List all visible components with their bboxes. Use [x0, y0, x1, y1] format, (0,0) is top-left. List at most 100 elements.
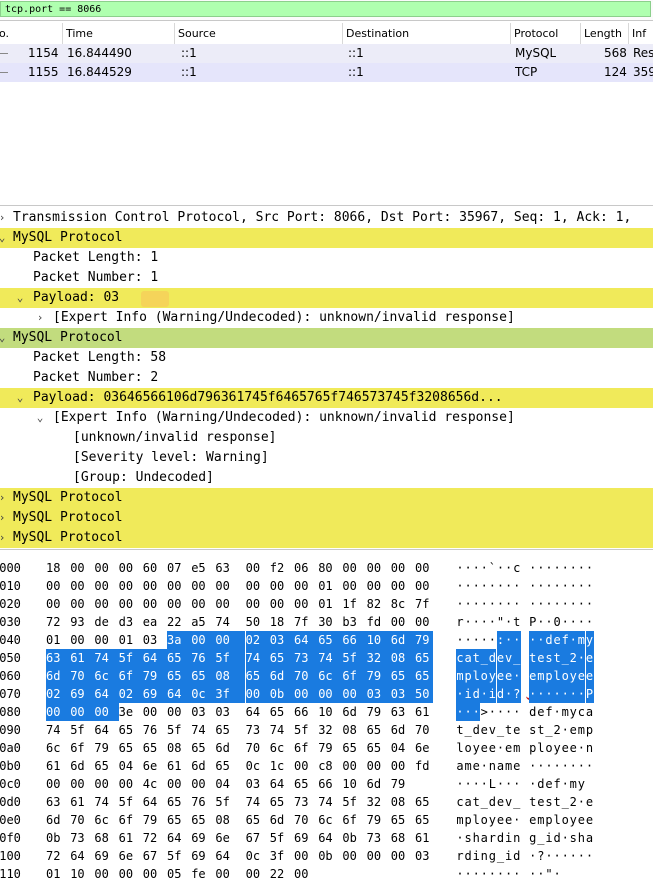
- hex-byte[interactable]: 22: [270, 865, 288, 883]
- hex-byte[interactable]: 06: [294, 559, 312, 577]
- hex-byte[interactable]: 79: [366, 667, 392, 685]
- hex-byte[interactable]: 66: [318, 775, 336, 793]
- hex-byte[interactable]: 73: [294, 649, 319, 667]
- hex-byte[interactable]: 64: [270, 775, 288, 793]
- hex-byte[interactable]: 65: [246, 811, 264, 829]
- hex-byte[interactable]: 00: [70, 775, 88, 793]
- hex-byte[interactable]: 00: [367, 559, 385, 577]
- hex-byte[interactable]: 65: [191, 667, 217, 685]
- hex-byte[interactable]: 00: [294, 685, 319, 703]
- hex-byte[interactable]: 70: [70, 667, 96, 685]
- hex-byte[interactable]: ea: [143, 613, 161, 631]
- hex-byte[interactable]: 00: [94, 703, 120, 721]
- hex-byte[interactable]: 05: [167, 865, 185, 883]
- hex-byte[interactable]: 65: [390, 667, 416, 685]
- hex-byte[interactable]: 72: [46, 613, 64, 631]
- hex-byte[interactable]: 69: [94, 847, 112, 865]
- hex-byte[interactable]: 00: [246, 577, 264, 595]
- hex-byte[interactable]: 65: [367, 721, 385, 739]
- hex-byte[interactable]: 00: [94, 775, 112, 793]
- hex-byte[interactable]: 69: [142, 685, 168, 703]
- hex-row[interactable]: 0110011000000005fe00002200··········"·: [0, 865, 653, 883]
- hex-byte[interactable]: 65: [415, 649, 433, 667]
- tree-item-mysql-protocol[interactable]: › MySQL Protocol: [0, 508, 653, 528]
- column-header-info[interactable]: Inf: [629, 23, 653, 44]
- hex-byte[interactable]: 65: [367, 739, 385, 757]
- hex-row[interactable]: 00800000003e00000303646566106d796361···>…: [0, 703, 653, 721]
- hex-byte[interactable]: 65: [215, 757, 233, 775]
- hex-byte[interactable]: 00: [367, 757, 385, 775]
- hex-byte[interactable]: 65: [215, 721, 233, 739]
- hex-row[interactable]: 00d06361745f6465765f746573745f320865cat_…: [0, 793, 653, 811]
- hex-row[interactable]: 0090745f6465765f746573745f3208656d70t_de…: [0, 721, 653, 739]
- hex-byte[interactable]: 74: [215, 613, 233, 631]
- hex-byte[interactable]: 00: [246, 865, 264, 883]
- hex-byte[interactable]: 02: [245, 631, 271, 649]
- hex-byte[interactable]: 5f: [215, 649, 246, 667]
- hex-byte[interactable]: 00: [215, 595, 233, 613]
- hex-byte[interactable]: 73: [294, 793, 312, 811]
- hex-byte[interactable]: 00: [342, 757, 360, 775]
- tree-item-packet-length[interactable]: Packet Length: 58: [0, 348, 653, 368]
- hex-byte[interactable]: 79: [318, 739, 336, 757]
- hex-row[interactable]: 00f00b7368617264696e675f69640b736861·sha…: [0, 829, 653, 847]
- hex-byte[interactable]: 00: [46, 703, 71, 721]
- hex-byte[interactable]: 00: [367, 577, 385, 595]
- hex-byte[interactable]: 79: [367, 811, 385, 829]
- hex-byte[interactable]: 6d: [269, 667, 295, 685]
- hex-byte[interactable]: 01: [318, 595, 336, 613]
- hex-byte[interactable]: 65: [415, 793, 433, 811]
- hex-byte[interactable]: 73: [70, 829, 88, 847]
- hex-byte[interactable]: 79: [391, 775, 409, 793]
- hex-byte[interactable]: 64: [167, 829, 185, 847]
- hex-byte[interactable]: 00: [391, 847, 409, 865]
- hex-byte[interactable]: 73: [367, 829, 385, 847]
- column-header-protocol[interactable]: Protocol: [511, 23, 581, 44]
- hex-row[interactable]: 00b0616d65046e616d650c1c00c8000000fdame·…: [0, 757, 653, 775]
- hex-byte[interactable]: 65: [269, 649, 295, 667]
- hex-byte[interactable]: 64: [142, 649, 168, 667]
- hex-byte[interactable]: 67: [143, 847, 161, 865]
- hex-byte[interactable]: 03: [390, 685, 416, 703]
- hex-byte[interactable]: 5f: [167, 721, 185, 739]
- tree-item-mysql-protocol[interactable]: › MySQL Protocol: [0, 488, 653, 508]
- hex-byte[interactable]: 08: [215, 811, 233, 829]
- hex-byte[interactable]: 00: [342, 847, 360, 865]
- hex-byte[interactable]: 02: [46, 685, 71, 703]
- hex-byte[interactable]: 0c: [246, 757, 264, 775]
- hex-byte[interactable]: 63: [215, 559, 233, 577]
- hex-byte[interactable]: fe: [191, 865, 209, 883]
- hex-byte[interactable]: c8: [318, 757, 336, 775]
- hex-byte[interactable]: 76: [143, 721, 161, 739]
- hex-byte[interactable]: 00: [46, 775, 64, 793]
- hex-byte[interactable]: 00: [294, 595, 312, 613]
- hex-row[interactable]: 00c0000000004c00000403646566106d79····L·…: [0, 775, 653, 793]
- hex-byte[interactable]: 08: [390, 649, 416, 667]
- hex-byte[interactable]: 04: [391, 739, 409, 757]
- hex-row[interactable]: 00a06c6f79656508656d706c6f796565046eloye…: [0, 739, 653, 757]
- tree-item-expert-info[interactable]: › [Expert Info (Warning/Undecoded): unkn…: [0, 308, 653, 328]
- hex-byte[interactable]: 74: [94, 793, 112, 811]
- hex-byte[interactable]: 6c: [46, 739, 64, 757]
- hex-byte[interactable]: 8c: [391, 595, 409, 613]
- hex-byte[interactable]: 01: [119, 631, 137, 649]
- hex-byte[interactable]: 61: [415, 703, 433, 721]
- hex-byte[interactable]: 64: [94, 721, 112, 739]
- hex-byte[interactable]: 76: [191, 649, 217, 667]
- hex-byte[interactable]: 00: [119, 559, 137, 577]
- hex-byte[interactable]: 00: [167, 775, 185, 793]
- hex-byte[interactable]: 18: [46, 559, 64, 577]
- hex-byte[interactable]: 65: [119, 739, 137, 757]
- hex-byte[interactable]: 65: [270, 703, 288, 721]
- hex-byte[interactable]: 6d: [342, 703, 360, 721]
- hex-byte[interactable]: 08: [215, 667, 246, 685]
- hex-byte[interactable]: 64: [94, 685, 120, 703]
- hex-byte[interactable]: 00: [294, 865, 312, 883]
- hex-byte[interactable]: 64: [70, 847, 88, 865]
- hex-byte[interactable]: 61: [70, 793, 88, 811]
- hex-byte[interactable]: 10: [70, 865, 88, 883]
- hex-byte[interactable]: 0b: [318, 847, 336, 865]
- hex-byte[interactable]: 5f: [119, 793, 137, 811]
- hex-byte[interactable]: 6f: [119, 811, 137, 829]
- hex-byte[interactable]: 6d: [191, 757, 209, 775]
